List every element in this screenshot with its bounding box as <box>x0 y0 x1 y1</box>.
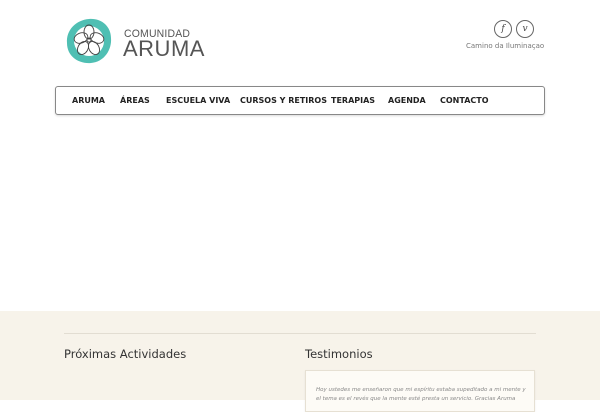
nav-item-areas[interactable]: ÁREAS <box>120 87 150 114</box>
tagline: Camino da Iluminaçao <box>466 42 545 50</box>
testimonial-text: Hoy ustedes me enseñaron que mi espíritu… <box>316 387 526 402</box>
social-links: f v <box>494 20 534 38</box>
nav-item-escuela-viva[interactable]: ESCUELA VIVA <box>166 87 230 114</box>
nav-item-aruma[interactable]: ARUMA <box>72 87 105 114</box>
nav-item-cursos-y-retiros[interactable]: CURSOS Y RETIROS <box>240 87 327 114</box>
testimonials-title: Testimonios <box>305 347 373 361</box>
nav-item-contacto[interactable]: CONTACTO <box>440 87 489 114</box>
nav-item-agenda[interactable]: AGENDA <box>388 87 426 114</box>
main-nav: ARUMA ÁREAS ESCUELA VIVA CURSOS Y RETIRO… <box>55 86 545 115</box>
footer-divider <box>64 333 536 334</box>
testimonial-card: Hoy ustedes me enseñaron que mi espíritu… <box>305 370 535 412</box>
logo-text-aruma: ARUMA <box>123 36 205 61</box>
site-logo[interactable]: COMUNIDAD ARUMA <box>64 16 204 66</box>
activities-title: Próximas Actividades <box>64 347 187 361</box>
flower-logo-icon <box>66 18 112 64</box>
facebook-icon[interactable]: f <box>494 20 512 38</box>
vimeo-icon[interactable]: v <box>516 20 534 38</box>
nav-item-terapias[interactable]: TERAPIAS <box>331 87 375 114</box>
